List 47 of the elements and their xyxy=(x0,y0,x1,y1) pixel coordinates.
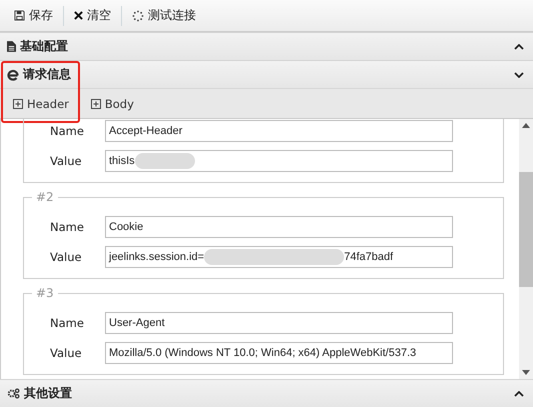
tab[interactable]: Header xyxy=(9,94,73,114)
group-legend: #2 xyxy=(32,190,58,204)
field-value: 74fa7badf xyxy=(344,251,394,263)
input-field[interactable]: jeelinks.session.id= 74fa7badf xyxy=(105,246,453,268)
field-value: Mozilla/5.0 (Windows NT 10.0; Win64; x64) AppleWebKit/537.3 xyxy=(109,347,416,359)
section-title: 请求信息 xyxy=(23,66,72,83)
field-label: Name xyxy=(49,220,85,234)
section-header[interactable]: 基础配置 xyxy=(0,32,533,60)
field-label: Value xyxy=(49,250,83,264)
field-value: jeelinks.session.id= xyxy=(109,251,204,263)
section-title: 其他设置 xyxy=(24,385,73,402)
input-field[interactable]: Mozilla/5.0 (Windows NT 10.0; Win64; x64) AppleWebKit/537.3 xyxy=(105,342,453,364)
plus-box-icon xyxy=(90,98,101,108)
scroll-down-icon[interactable] xyxy=(522,370,530,375)
scroll-up-icon[interactable] xyxy=(522,123,530,128)
spinner-icon xyxy=(132,10,144,22)
input-field[interactable]: User-Agent xyxy=(105,312,453,334)
chevron-up-icon xyxy=(514,44,524,50)
toolbar-button[interactable]: 测试连接 xyxy=(126,4,202,27)
section-header[interactable]: 其他设置 xyxy=(0,379,533,407)
chevron-up-icon xyxy=(514,390,524,396)
document-icon xyxy=(7,41,16,52)
toolbar-button[interactable]: 清空 xyxy=(68,4,117,27)
field-label: Name xyxy=(49,124,85,138)
field-value: Cookie xyxy=(109,221,144,233)
input-field[interactable]: Accept-Header xyxy=(105,120,453,142)
field-label: Value xyxy=(49,154,83,168)
section-title: 基础配置 xyxy=(20,38,69,55)
gears-icon xyxy=(7,388,20,399)
close-icon xyxy=(74,11,83,20)
plus-box-icon xyxy=(13,98,23,108)
field-value: Accept-Header xyxy=(109,125,182,137)
scroll-thumb[interactable] xyxy=(519,172,533,287)
group-legend: #3 xyxy=(32,286,58,300)
letter-e-icon xyxy=(7,68,19,80)
input-field[interactable]: Cookie xyxy=(105,216,453,238)
chevron-down-icon xyxy=(514,72,524,78)
tab[interactable]: Body xyxy=(86,94,138,114)
field-value: thisIs xyxy=(109,155,135,167)
input-field[interactable]: thisIs xyxy=(105,150,453,172)
save-icon xyxy=(14,10,25,21)
field-label: Value xyxy=(49,346,83,360)
field-label: Name xyxy=(49,316,85,330)
section-header[interactable]: 请求信息 xyxy=(0,60,533,88)
scrollbar[interactable] xyxy=(519,119,533,379)
field-value: User-Agent xyxy=(109,317,165,329)
toolbar-button[interactable]: 保存 xyxy=(8,4,59,27)
